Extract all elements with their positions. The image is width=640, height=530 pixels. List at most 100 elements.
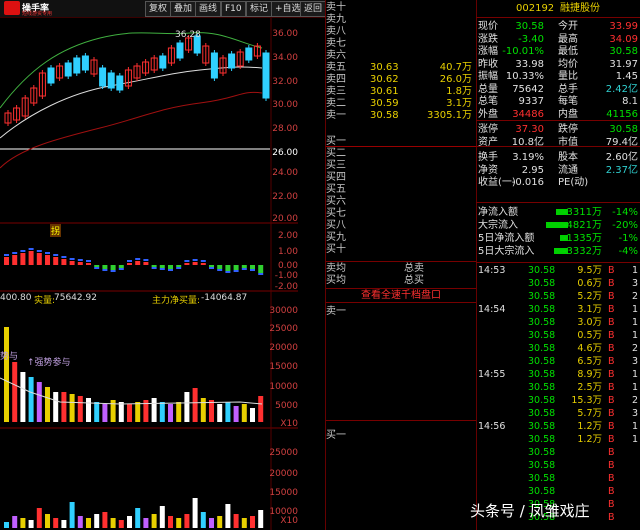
tick-side: B — [608, 408, 615, 419]
indicator-bar — [225, 265, 231, 271]
money-flow-row: 5日大宗流入 -3332万 -4% — [476, 245, 640, 258]
stat-label: 每笔 — [558, 96, 578, 107]
volume-bar — [12, 362, 18, 422]
indicator-dot — [94, 267, 100, 269]
price-tick-reference: 26.00 — [272, 148, 298, 158]
stat-label: 涨跌 — [478, 33, 498, 45]
tick-side: B — [608, 369, 615, 380]
lower-volume-bar — [94, 514, 100, 528]
sell-level-label: 卖四 — [326, 74, 346, 85]
sell-level-label: 卖六 — [326, 50, 346, 61]
volume-bar — [127, 404, 132, 422]
tick-volume: 2.5万 — [577, 382, 602, 393]
indicator-dot — [127, 260, 132, 262]
tick-count: 2 — [631, 343, 638, 354]
indicator-dot — [102, 269, 108, 271]
stat-row: 涨跌 -3.40 最高 34.09 — [476, 33, 640, 46]
stat-value: 1.45 — [615, 71, 638, 82]
lower-volume-bar — [184, 514, 190, 528]
lower-volume-bar — [28, 520, 34, 528]
tick-count: 1 — [631, 421, 638, 432]
avg-sell-label: 卖均 — [326, 263, 346, 274]
sell-level-label: 卖五 — [326, 62, 346, 73]
tick-price: 30.58 — [528, 291, 556, 302]
money-flow-row: 净流入额 -3311万 -14% — [476, 206, 640, 219]
sell-level-row: 卖二 30.59 3.1万 — [326, 98, 476, 110]
indicator-dot — [69, 258, 75, 260]
tick-price: 30.58 — [528, 408, 556, 419]
lower-volume-bar — [12, 516, 18, 528]
stat-value: 2.42亿 — [605, 83, 638, 95]
indicator-bar — [28, 251, 34, 265]
candle-body — [262, 52, 270, 99]
volume-tick: 25000 — [269, 324, 298, 334]
flow-value: -3332万 — [562, 246, 602, 257]
real-buy-value: 75642.92 — [54, 293, 97, 303]
draw-line-button[interactable]: 画线 — [195, 1, 222, 17]
sell-level-volume: 3305.1万 — [427, 110, 472, 121]
stat-row: 净资 2.95 流通 2.37亿 — [476, 164, 640, 177]
mark-button[interactable]: 标记 — [246, 1, 273, 17]
lower-volume-bar — [168, 516, 173, 528]
candle-body — [159, 55, 167, 69]
tick-price: 30.58 — [528, 278, 556, 289]
tick-row: 14:53 30.58 9.5万 B 1 — [476, 265, 640, 276]
tick-count: 1 — [631, 382, 638, 393]
indicator-bar — [86, 263, 91, 265]
candle-body — [107, 72, 115, 89]
lower-volume-bar — [233, 514, 239, 528]
stat-row: 收益(一) -0.016 PE(动) — [476, 176, 640, 189]
sell-level-row: 卖六 — [326, 50, 476, 62]
guai-marker: 拐 — [50, 224, 62, 237]
tick-side: B — [608, 447, 615, 458]
stat-label: 流通 — [558, 164, 578, 176]
sell-level-price: 30.63 — [370, 62, 399, 73]
stat-row: 现价 30.58 今开 33.99 — [476, 20, 640, 33]
chart-area[interactable]: 36.28 36.00 34.00 32.00 30.00 28.00 26.0… — [0, 18, 298, 530]
fuquan-button[interactable]: 复权 — [145, 1, 172, 17]
ticks-divider — [476, 262, 640, 263]
summary-divider — [326, 261, 476, 262]
tick-row: 14:54 30.58 3.1万 B 1 — [476, 304, 640, 315]
tick-count: 1 — [631, 369, 638, 380]
stat-label: 振幅 — [478, 71, 498, 82]
volume-bar — [258, 396, 264, 422]
price-tick: 32.00 — [272, 77, 298, 87]
lower-volume-bar — [135, 508, 141, 528]
view-full-depth-link[interactable]: 查看全速千档盘口 — [326, 288, 476, 303]
tick-price: 30.58 — [528, 304, 556, 315]
indicator-dot — [192, 259, 198, 261]
tick-side: B — [608, 460, 615, 471]
indicator-bar — [143, 262, 149, 265]
sell-level-label: 卖九 — [326, 14, 346, 25]
stat-label: 外盘 — [478, 108, 498, 120]
lower-volume-bar — [102, 512, 108, 528]
tick-price: 30.58 — [528, 473, 556, 484]
f10-button[interactable]: F10 — [221, 1, 246, 17]
stat-row: 换手 3.19% 股本 2.60亿 — [476, 151, 640, 164]
indicator-bar — [135, 261, 141, 265]
stat-value: 2.95 — [521, 164, 544, 176]
tick-row: 30.58 1.2万 B 1 — [476, 434, 640, 445]
lower-volume-bar — [45, 514, 50, 528]
stat-label: 均价 — [558, 58, 578, 70]
flow-percent: -4% — [618, 246, 638, 257]
sell1-depth-row: 卖一 — [326, 306, 476, 318]
back-button[interactable]: 返回 — [300, 1, 327, 17]
stat-label: 净资 — [478, 164, 498, 176]
volume-bar — [20, 372, 26, 422]
sell-level-label: 卖十 — [326, 2, 346, 13]
stat-value: 10.33% — [505, 71, 544, 82]
indicator-bar — [20, 253, 26, 265]
stat-value: 30.58 — [609, 46, 638, 57]
indicator-dot — [77, 259, 83, 261]
flow-percent: -20% — [612, 220, 638, 231]
stat-row: 总量 75642 总手 2.42亿 — [476, 83, 640, 96]
stock-name: 融捷股份 — [560, 3, 600, 14]
price-tick: 30.00 — [272, 100, 298, 110]
buy-level-row: 买七 — [326, 208, 476, 220]
overlay-button[interactable]: 叠加 — [170, 1, 197, 17]
buy-level-row: 买四 — [326, 172, 476, 184]
sell-level-price: 30.59 — [370, 98, 399, 109]
indicator-dot — [20, 250, 26, 252]
